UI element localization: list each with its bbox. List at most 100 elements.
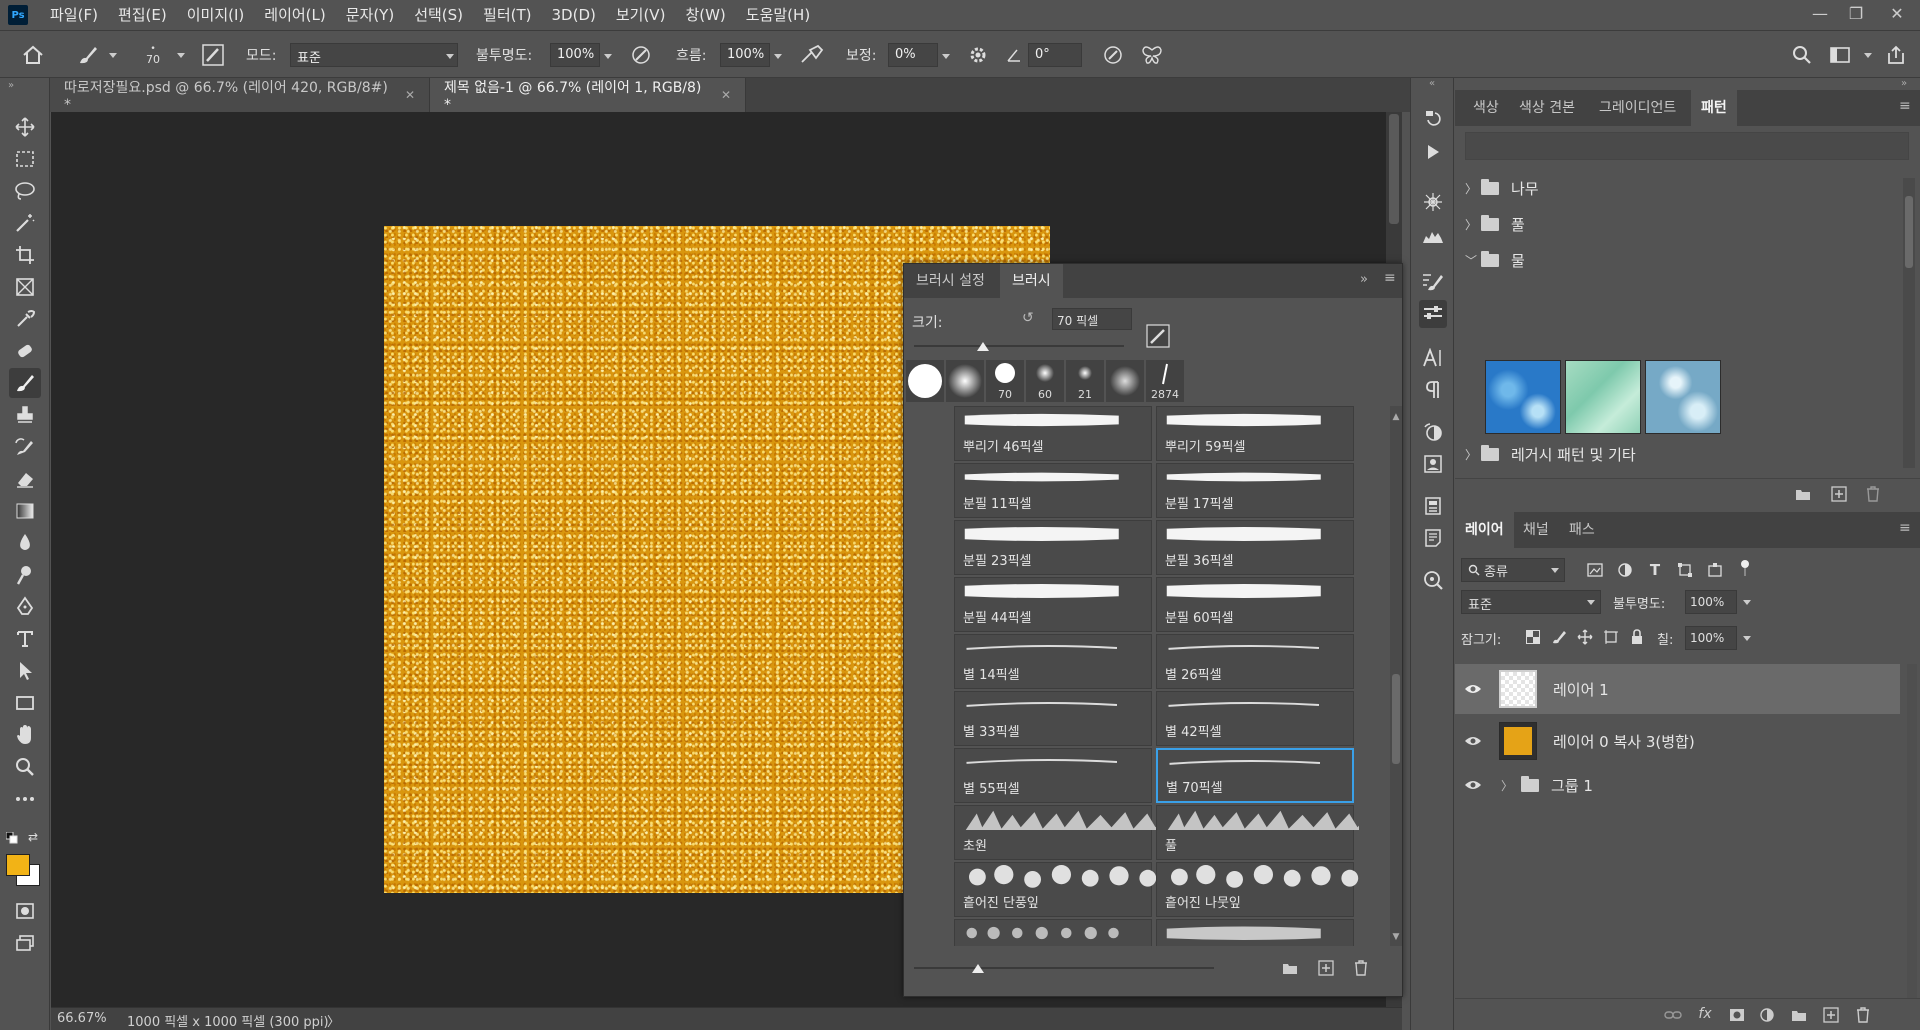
layer-filter-select[interactable]: 종류 bbox=[1461, 558, 1565, 582]
tab-document-2[interactable]: 제목 없음-1 @ 66.7% (레이어 1, RGB/8) * ✕ bbox=[430, 78, 746, 113]
mode-select[interactable]: 표준 bbox=[290, 43, 458, 67]
history-brush-tool-icon[interactable] bbox=[9, 432, 41, 462]
brush-preset-item[interactable]: 뿌리기 46픽셀 bbox=[954, 406, 1152, 461]
chevron-right-icon[interactable]: 〉 bbox=[1465, 180, 1477, 197]
lock-image-pixels-icon[interactable] bbox=[1549, 627, 1569, 647]
lock-artboard-icon[interactable] bbox=[1601, 627, 1621, 647]
libraries-icon[interactable] bbox=[1419, 450, 1447, 478]
collapse-arrows-icon[interactable]: « bbox=[1429, 78, 1435, 89]
chevron-down-icon[interactable] bbox=[1743, 636, 1751, 641]
actions-play-icon[interactable] bbox=[1419, 138, 1447, 166]
menu-type[interactable]: 문자(Y) bbox=[336, 0, 404, 30]
layer-row-layer-0-copy-3[interactable]: 레이어 0 복사 3(병합) bbox=[1455, 716, 1900, 766]
collapse-arrows-icon[interactable]: » bbox=[1901, 78, 1907, 89]
eye-visibility-icon[interactable] bbox=[1455, 735, 1491, 747]
size-slider[interactable] bbox=[914, 345, 1124, 347]
menu-select[interactable]: 선택(S) bbox=[404, 0, 473, 30]
preview-size-knob[interactable] bbox=[972, 964, 984, 973]
tab-document-1[interactable]: 따로저장필요.psd @ 66.7% (레이어 420, RGB/8#) * ✕ bbox=[50, 78, 430, 113]
close-tab-icon[interactable]: ✕ bbox=[721, 88, 731, 102]
close-tab-icon[interactable]: ✕ bbox=[405, 88, 415, 102]
pattern-folder-legacy[interactable]: 〉 레거시 패턴 및 기타 bbox=[1455, 436, 1895, 472]
brush-tip-60[interactable]: 60 bbox=[1026, 360, 1064, 402]
brush-preset-item[interactable]: 별 55픽셀 bbox=[954, 748, 1152, 803]
pattern-folder-grass[interactable]: 〉 풀 bbox=[1455, 206, 1895, 242]
patterns-scrollbar[interactable] bbox=[1903, 178, 1915, 468]
brush-tip-toggle-icon[interactable] bbox=[1146, 324, 1170, 348]
brush-settings-toggle-icon[interactable] bbox=[202, 31, 224, 79]
chevron-down-icon[interactable] bbox=[109, 53, 117, 58]
size-slider-knob[interactable] bbox=[977, 342, 990, 351]
brush-preset-item[interactable]: 별 70픽셀 bbox=[1156, 748, 1354, 803]
workspace-icon[interactable] bbox=[1830, 31, 1850, 79]
layer-name[interactable]: 레이어 1 bbox=[1553, 679, 1609, 700]
filter-type-layer-icon[interactable]: T bbox=[1645, 560, 1665, 580]
brush-tip-hard-round[interactable] bbox=[906, 360, 944, 402]
airbrush-icon[interactable] bbox=[800, 31, 826, 79]
new-adjustment-layer-icon[interactable] bbox=[1757, 1005, 1777, 1025]
brush-preset-item[interactable]: 분필 23픽셀 bbox=[954, 520, 1152, 575]
opacity-input[interactable]: 100% bbox=[550, 43, 600, 67]
brush-tip-soft-round[interactable] bbox=[946, 360, 984, 402]
chevron-down-icon[interactable]: ﹀ bbox=[1465, 252, 1477, 269]
filter-smart-object-icon[interactable] bbox=[1705, 560, 1725, 580]
tab-patterns[interactable]: 패턴 bbox=[1691, 90, 1737, 126]
new-brush-group-folder-icon[interactable] bbox=[1282, 962, 1298, 975]
brush-list-scrollbar[interactable]: ▲ ▼ bbox=[1390, 406, 1402, 946]
smoothing-input[interactable]: 0% bbox=[888, 43, 938, 67]
pattern-swatch-water-2[interactable] bbox=[1565, 360, 1641, 434]
search-icon[interactable] bbox=[1792, 31, 1812, 79]
scrollbar-thumb[interactable] bbox=[1389, 114, 1399, 224]
menu-filter[interactable]: 필터(T) bbox=[473, 0, 541, 30]
dodge-tool-icon[interactable] bbox=[9, 560, 41, 590]
learn-discover-icon[interactable] bbox=[1419, 566, 1447, 594]
zoom-tool-icon[interactable] bbox=[9, 752, 41, 782]
home-icon[interactable] bbox=[22, 31, 44, 79]
tab-swatches[interactable]: 색상 견본 bbox=[1509, 90, 1585, 126]
brush-preset-item[interactable] bbox=[1156, 919, 1354, 946]
delete-pattern-trash-icon[interactable] bbox=[1863, 484, 1883, 504]
path-selection-tool-icon[interactable] bbox=[9, 656, 41, 686]
chevron-right-icon[interactable]: 〉 bbox=[1501, 777, 1513, 794]
eyedropper-tool-icon[interactable] bbox=[9, 304, 41, 334]
chevron-right-icon[interactable]: 〉 bbox=[1465, 216, 1477, 233]
new-group-folder-icon[interactable] bbox=[1789, 1005, 1809, 1025]
link-layers-icon[interactable] bbox=[1663, 1005, 1683, 1025]
paragraph-panel-icon[interactable] bbox=[1419, 376, 1447, 404]
pattern-search-input[interactable] bbox=[1465, 132, 1909, 160]
reset-size-icon[interactable]: ↺ bbox=[1022, 310, 1034, 326]
symmetry-butterfly-icon[interactable] bbox=[1140, 31, 1164, 79]
adjustments-icon[interactable] bbox=[1419, 418, 1447, 446]
brush-size-indicator[interactable]: • 70 bbox=[146, 31, 160, 79]
brush-preset-item[interactable]: 분필 11픽셀 bbox=[954, 463, 1152, 518]
frame-tool-icon[interactable] bbox=[9, 272, 41, 302]
smoothing-settings-gear-icon[interactable] bbox=[968, 31, 988, 79]
brush-tip-2874[interactable]: 2874 bbox=[1146, 360, 1184, 402]
angle-input[interactable]: 0° bbox=[1028, 43, 1082, 67]
filter-adjustment-layer-icon[interactable] bbox=[1615, 560, 1635, 580]
chevron-down-icon[interactable] bbox=[604, 54, 612, 59]
chevron-down-icon[interactable] bbox=[774, 54, 782, 59]
pattern-folder-trees[interactable]: 〉 나무 bbox=[1455, 170, 1895, 206]
tab-layers[interactable]: 레이어 bbox=[1455, 512, 1514, 548]
layer-effects-fx-icon[interactable]: fx bbox=[1695, 1004, 1715, 1024]
brush-preset-item[interactable]: 분필 36픽셀 bbox=[1156, 520, 1354, 575]
brush-preset-item[interactable]: 흩어진 나뭇잎 bbox=[1156, 862, 1359, 917]
brush-preset-item[interactable]: 별 33픽셀 bbox=[954, 691, 1152, 746]
menu-file[interactable]: 파일(F) bbox=[40, 0, 108, 30]
flow-input[interactable]: 100% bbox=[720, 43, 770, 67]
brush-preset-item[interactable]: 분필 17픽셀 bbox=[1156, 463, 1354, 518]
chevron-down-icon[interactable] bbox=[942, 54, 950, 59]
add-mask-icon[interactable] bbox=[1727, 1005, 1747, 1025]
menu-view[interactable]: 보기(V) bbox=[606, 0, 676, 30]
brushes-panel-icon[interactable] bbox=[1419, 300, 1447, 328]
stamp-tool-icon[interactable] bbox=[9, 400, 41, 430]
swap-colors-icon[interactable]: ⇄ bbox=[28, 830, 38, 844]
gradient-tool-icon[interactable] bbox=[9, 496, 41, 526]
layer-name[interactable]: 그룹 1 bbox=[1551, 775, 1593, 796]
pattern-folder-water[interactable]: ﹀ 물 bbox=[1455, 242, 1895, 278]
chevron-right-icon[interactable]: 〉 bbox=[1465, 446, 1477, 463]
magic-wand-tool-icon[interactable] bbox=[9, 208, 41, 238]
history-panel-icon[interactable] bbox=[1419, 104, 1447, 132]
marquee-tool-icon[interactable] bbox=[9, 144, 41, 174]
